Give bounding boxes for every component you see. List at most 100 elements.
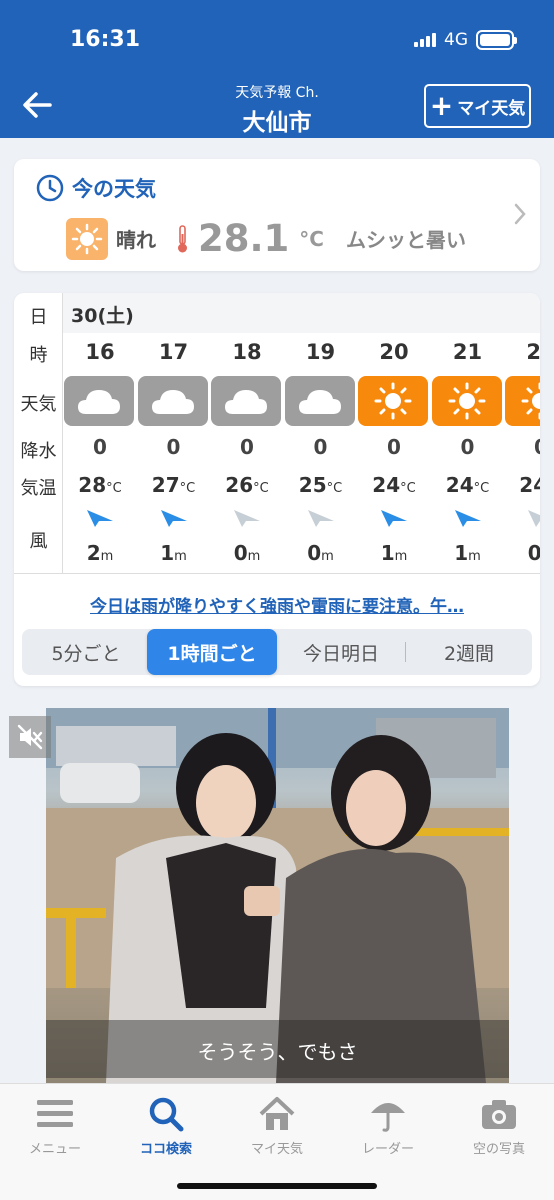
current-condition: 晴れ: [116, 228, 156, 252]
add-my-weather-button[interactable]: + マイ天気: [424, 84, 531, 128]
forecast-column: 22 0 24°C 0m: [504, 293, 540, 573]
home-icon: [259, 1097, 295, 1130]
sunny-icon: [431, 376, 502, 426]
forecast-column: 16 0 28°C 2m: [63, 293, 137, 573]
chevron-right-icon: [514, 203, 526, 225]
tab-radar[interactable]: レーダー: [333, 1092, 443, 1157]
forecast-column: 17 0 27°C 1m: [137, 293, 211, 573]
wind-direction-icon: [87, 510, 113, 527]
current-temperature: 28.1: [198, 217, 290, 260]
forecast-column: 20 0 24°C 1m: [357, 293, 431, 573]
wind-direction-icon: [528, 510, 540, 527]
interval-segmented-control: 5分ごと 1時間ごと 今日明日 2週間: [22, 629, 532, 675]
camera-icon: [482, 1100, 516, 1129]
app-header: 16:31 4G 天気予報 Ch. 大仙市 + マイ天気: [0, 0, 554, 138]
forecast-wind: 1m: [454, 541, 481, 565]
battery-icon: [476, 30, 517, 50]
search-icon: [149, 1097, 184, 1132]
wind-direction-icon: [307, 510, 334, 527]
wind-direction-icon: [381, 510, 407, 527]
forecast-rain: 0: [93, 435, 107, 459]
label-weather: 天気: [20, 394, 57, 415]
cloudy-icon: [137, 376, 208, 426]
tab-menu[interactable]: メニュー: [0, 1092, 110, 1157]
tab-menu-label: メニュー: [28, 1142, 81, 1157]
forecast-wind: 1m: [160, 541, 187, 565]
segment-hourly[interactable]: 1時間ごと: [147, 629, 277, 675]
forecast-temp: 24°C: [519, 473, 540, 497]
forecast-rain: 0: [166, 435, 181, 459]
forecast-temp: 24°C: [445, 473, 490, 497]
label-temp: 気温: [20, 478, 57, 499]
sunny-icon: [358, 376, 428, 426]
forecast-hour: 22: [526, 340, 540, 364]
home-indicator: [177, 1183, 377, 1189]
tab-sky-photo[interactable]: 空の写真: [444, 1092, 554, 1157]
forecast-temp: 28°C: [78, 473, 122, 497]
tab-my-weather-label: マイ天気: [250, 1142, 303, 1157]
label-hour: 時: [29, 345, 48, 366]
forecast-rain: 0: [387, 435, 401, 459]
current-weather-title: 今の天気: [72, 177, 156, 201]
tab-sky-photo-label: 空の写真: [472, 1142, 525, 1157]
current-comment: ムシッと暑い: [345, 228, 466, 252]
forecast-rain: 0: [460, 435, 475, 459]
thermometer-icon: [178, 224, 187, 252]
umbrella-icon: [371, 1103, 405, 1132]
forecast-temp: 25°C: [298, 473, 343, 497]
network-type: 4G: [444, 30, 468, 50]
forecast-columns[interactable]: 16 0 28°C 2m 17 0 27°C 1m 18 0 26°C 0m 19 0 25°C 0m 20 0 2…: [63, 293, 540, 573]
cloudy-icon: [211, 376, 281, 426]
cloudy-icon: [64, 376, 134, 426]
speaker-muted-icon: [17, 724, 43, 750]
wind-direction-icon: [454, 510, 481, 527]
hourly-forecast-card: 日 時 天気 降水 気温 風 30(土) 16 0 28°C 2m 17 0 27°C 1m 1…: [14, 293, 540, 686]
tab-radar-label: レーダー: [361, 1142, 414, 1157]
video-caption: そうそう、でもさ: [197, 1040, 358, 1064]
forecast-rain: 0: [313, 435, 328, 459]
segment-today-tomorrow[interactable]: 今日明日: [277, 629, 405, 675]
forecast-rain: 0: [504, 435, 540, 459]
forecast-temp: 26°C: [225, 473, 269, 497]
forecast-wind: 1m: [380, 541, 408, 565]
wind-direction-icon: [234, 510, 260, 527]
label-rain: 降水: [20, 441, 57, 462]
label-wind: 風: [29, 531, 48, 552]
forecast-row-labels: 日 時 天気 降水 気温 風: [14, 293, 63, 573]
weather-alert-link[interactable]: 今日は雨が降りやすく強雨や雷雨に要注意。午…: [14, 592, 540, 617]
forecast-temp: 24°C: [372, 473, 416, 497]
add-my-weather-label: マイ天気: [457, 98, 526, 119]
current-weather-card[interactable]: 今の天気 晴れ 28.1 °C ムシッと暑い: [14, 159, 540, 271]
current-weather-summary: 晴れ 28.1 °C ムシッと暑い: [66, 217, 466, 260]
status-indicators: 4G: [414, 30, 517, 50]
forecast-rain: 0: [240, 435, 254, 459]
forecast-hour: 21: [452, 340, 483, 364]
tab-my-weather[interactable]: マイ天気: [222, 1092, 332, 1157]
forecast-column: 21 0 24°C 1m: [431, 293, 505, 573]
signal-icon: [414, 33, 436, 47]
tab-search-label: ココ検索: [139, 1142, 192, 1157]
forecast-column: 18 0 26°C 0m: [210, 293, 284, 573]
menu-icon: [37, 1100, 73, 1127]
label-day: 日: [29, 307, 48, 328]
wind-direction-icon: [160, 510, 187, 527]
forecast-hour: 16: [85, 340, 115, 364]
sunny-icon: [66, 217, 108, 260]
forecast-column: 19 0 25°C 0m: [284, 293, 358, 573]
forecast-hour: 20: [379, 340, 409, 364]
plus-icon: +: [429, 89, 454, 122]
current-weather-header: 今の天気: [36, 173, 156, 203]
forecast-hour: 18: [232, 340, 262, 364]
divider: [14, 573, 540, 574]
mute-button[interactable]: [9, 716, 51, 758]
forecast-hour: 19: [305, 340, 336, 364]
forecast-wind: 0m: [527, 541, 540, 565]
segment-2weeks[interactable]: 2週間: [406, 629, 532, 675]
forecast-hour: 17: [158, 340, 189, 364]
tab-search[interactable]: ココ検索: [111, 1092, 221, 1157]
clock-icon: [36, 174, 64, 202]
forecast-wind: 2m: [86, 541, 114, 565]
cloudy-icon: [284, 376, 355, 426]
current-temperature-unit: °C: [299, 226, 324, 251]
segment-5min[interactable]: 5分ごと: [22, 629, 150, 675]
